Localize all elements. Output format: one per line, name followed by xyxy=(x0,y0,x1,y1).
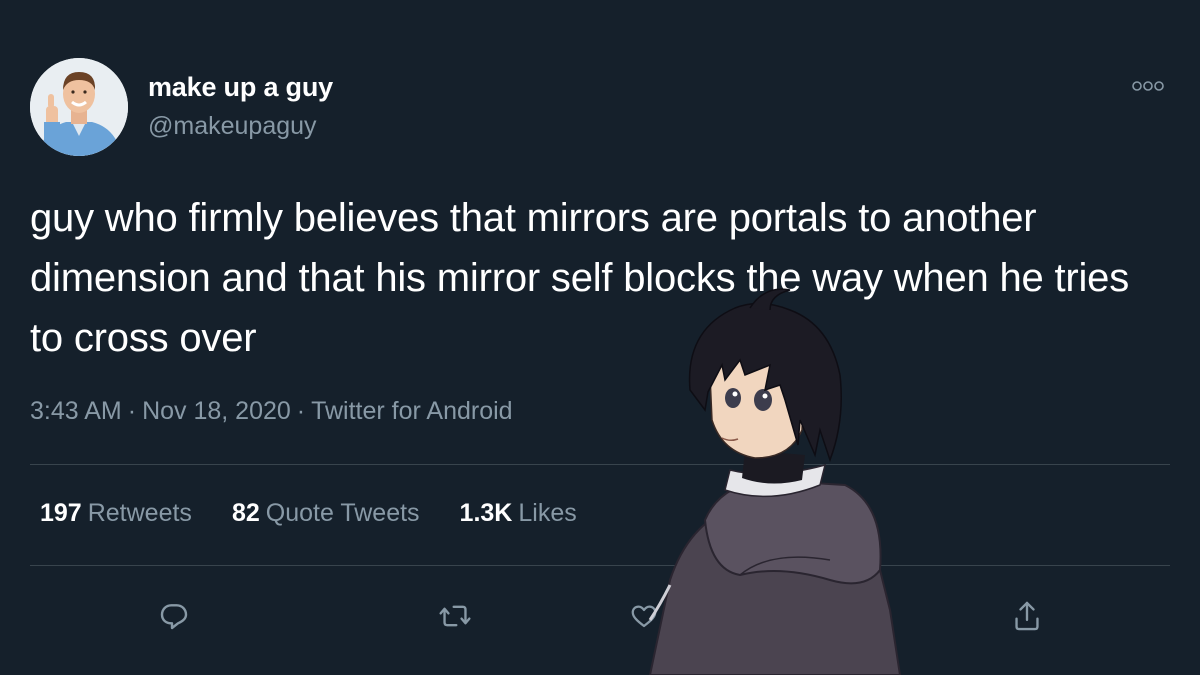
reply-button[interactable] xyxy=(152,594,196,638)
tweet-stats: 197 Retweets 82 Quote Tweets 1.3K Likes xyxy=(40,499,577,528)
avatar-image xyxy=(30,58,128,156)
meta-separator: · xyxy=(296,397,306,425)
like-button[interactable] xyxy=(622,594,666,638)
tweet-card: make up a guy @makeupaguy guy who firmly… xyxy=(0,0,1200,675)
retweet-icon xyxy=(439,605,471,627)
tweet-text: guy who firmly believes that mirrors are… xyxy=(30,196,1130,360)
likes-stat[interactable]: 1.3K Likes xyxy=(460,499,577,528)
avatar[interactable] xyxy=(30,58,128,156)
likes-count: 1.3K xyxy=(459,499,513,527)
divider xyxy=(30,565,1170,566)
author-handle[interactable]: @makeupaguy xyxy=(148,112,317,141)
reply-icon xyxy=(160,604,188,630)
tweet-source[interactable]: Twitter for Android xyxy=(311,397,512,425)
likes-label: Likes xyxy=(518,499,577,527)
tweet-time[interactable]: 3:43 AM xyxy=(30,397,122,425)
share-button[interactable] xyxy=(1005,594,1049,638)
heart-icon xyxy=(631,605,657,628)
quote-tweets-stat[interactable]: 82 Quote Tweets xyxy=(232,499,420,528)
retweet-button[interactable] xyxy=(433,594,477,638)
retweets-count: 197 xyxy=(40,499,82,527)
share-icon xyxy=(1015,601,1039,631)
retweets-label: Retweets xyxy=(87,499,192,527)
author-display-name[interactable]: make up a guy xyxy=(148,72,333,103)
more-horizontal-icon xyxy=(1132,81,1164,91)
divider xyxy=(30,464,1170,465)
tweet-date[interactable]: Nov 18, 2020 xyxy=(142,397,291,425)
quote-tweets-label: Quote Tweets xyxy=(265,499,420,527)
tweet-meta: 3:43 AM · Nov 18, 2020 · Twitter for Android xyxy=(30,397,513,426)
quote-tweets-count: 82 xyxy=(231,499,260,527)
meta-separator: · xyxy=(127,397,137,425)
retweets-stat[interactable]: 197 Retweets xyxy=(40,499,192,528)
more-options-button[interactable] xyxy=(1128,74,1168,98)
